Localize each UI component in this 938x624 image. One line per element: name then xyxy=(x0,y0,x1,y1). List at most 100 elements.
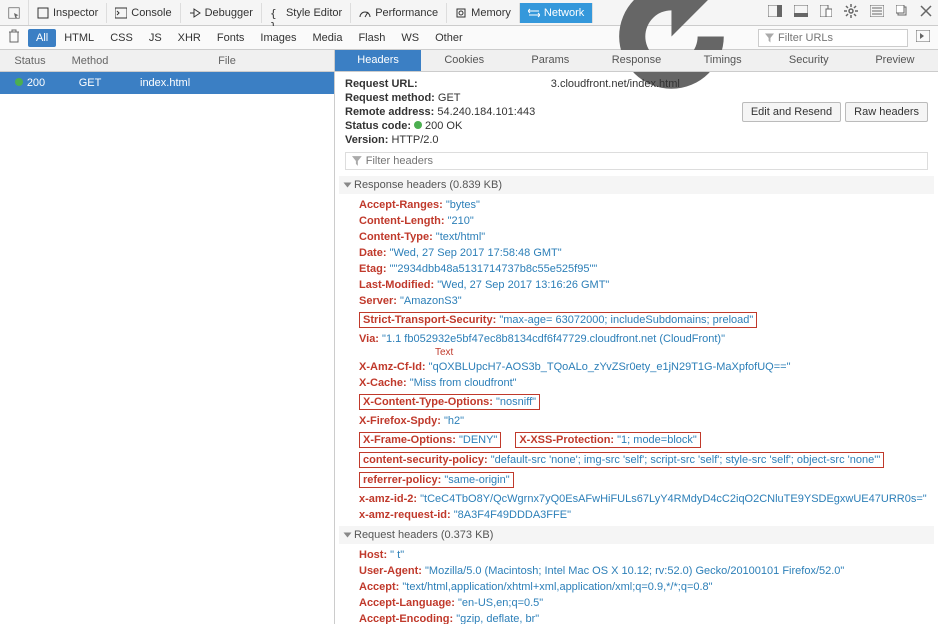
close-devtools-button[interactable] xyxy=(914,1,938,24)
header-value: "max-age= 63072000; includeSubdomains; p… xyxy=(499,314,753,326)
url-filter-field[interactable] xyxy=(758,29,908,47)
settings-button[interactable] xyxy=(838,0,864,25)
tab-memory[interactable]: Memory xyxy=(447,3,520,23)
filter-headers-field[interactable] xyxy=(345,152,928,170)
devtools-toolbar: InspectorConsoleDebugger{ }Style EditorP… xyxy=(0,0,938,26)
filter-flash[interactable]: Flash xyxy=(350,29,393,47)
header-value: "Miss from cloudfront" xyxy=(410,377,517,389)
col-status[interactable]: Status xyxy=(0,51,60,71)
header-name: Etag: xyxy=(359,263,387,275)
detail-tab-params[interactable]: Params xyxy=(507,50,593,71)
header-row: Accept-Language: "en-US,en;q=0.5" xyxy=(359,596,928,610)
request-headers-section[interactable]: Request headers (0.373 KB) xyxy=(339,526,934,544)
header-row: referrer-policy: "same-origin" xyxy=(359,472,514,488)
detail-tab-response[interactable]: Response xyxy=(593,50,679,71)
tab-inspector[interactable]: Inspector xyxy=(29,3,107,23)
header-value: ""2934dbb48a5131714737b8c55e525f95"" xyxy=(390,263,598,275)
tab-debugger[interactable]: Debugger xyxy=(181,3,262,23)
header-value: "gzip, deflate, br" xyxy=(456,613,539,624)
tab-network[interactable]: Network xyxy=(520,3,593,23)
header-value: "Wed, 27 Sep 2017 17:58:48 GMT" xyxy=(390,247,562,259)
header-value: "bytes" xyxy=(446,199,480,211)
header-row: Content-Type: "text/html" xyxy=(359,230,928,244)
filter-html[interactable]: HTML xyxy=(56,29,102,47)
url-filter-input[interactable] xyxy=(778,32,901,44)
header-name: Accept-Language: xyxy=(359,597,455,609)
header-value: "text/html,application/xhtml+xml,applica… xyxy=(402,581,712,593)
detail-body: Request URL: 3.cloudfront.net/index.html… xyxy=(335,72,938,624)
detail-tab-headers[interactable]: Headers xyxy=(335,50,421,71)
header-row: Last-Modified: "Wed, 27 Sep 2017 13:16:2… xyxy=(359,278,928,292)
filter-ws[interactable]: WS xyxy=(393,29,427,47)
filter-fonts[interactable]: Fonts xyxy=(209,29,253,47)
network-filter-bar: AllHTMLCSSJSXHRFontsImagesMediaFlashWSOt… xyxy=(0,26,938,50)
header-name: Content-Type: xyxy=(359,231,433,243)
header-value: "AmazonS3" xyxy=(400,295,462,307)
header-name: X-Frame-Options: xyxy=(363,434,456,446)
header-value: "qOXBLUpcH7-AOS3b_TQoALo_zYvZSr0ety_e1jN… xyxy=(429,361,791,373)
undock-button[interactable] xyxy=(890,1,914,24)
filter-images[interactable]: Images xyxy=(252,29,304,47)
header-value: "Mozilla/5.0 (Macintosh; Intel Mac OS X … xyxy=(425,565,844,577)
header-value: "text/html" xyxy=(436,231,485,243)
filter-headers-input[interactable] xyxy=(366,155,921,167)
header-name: Date: xyxy=(359,247,387,259)
filter-css[interactable]: CSS xyxy=(102,29,141,47)
detail-tab-timings[interactable]: Timings xyxy=(680,50,766,71)
header-row: Accept-Encoding: "gzip, deflate, br" xyxy=(359,612,928,624)
header-value: "en-US,en;q=0.5" xyxy=(458,597,543,609)
col-file[interactable]: File xyxy=(120,51,334,71)
toggle-sidebar-button[interactable] xyxy=(908,30,938,45)
detail-tab-cookies[interactable]: Cookies xyxy=(421,50,507,71)
header-value: "210" xyxy=(448,215,474,227)
request-row[interactable]: 200 GET index.html xyxy=(0,72,334,94)
raw-headers-button[interactable]: Raw headers xyxy=(845,102,928,122)
edit-resend-button[interactable]: Edit and Resend xyxy=(742,102,841,122)
detail-tab-preview[interactable]: Preview xyxy=(852,50,938,71)
header-row: Etag: ""2934dbb48a5131714737b8c55e525f95… xyxy=(359,262,928,276)
header-value: "nosniff" xyxy=(496,396,536,408)
funnel-icon xyxy=(765,33,774,43)
dock-side-button[interactable] xyxy=(762,1,788,24)
header-name: X-Amz-Cf-Id: xyxy=(359,361,426,373)
header-name: content-security-policy: xyxy=(363,454,488,466)
header-name: X-Firefox-Spdy: xyxy=(359,415,441,427)
request-method: GET xyxy=(60,73,120,93)
header-value: "Wed, 27 Sep 2017 13:16:26 GMT" xyxy=(437,279,609,291)
header-row: content-security-policy: "default-src 'n… xyxy=(359,452,884,468)
header-name: Accept-Encoding: xyxy=(359,613,453,624)
filter-other[interactable]: Other xyxy=(427,29,471,47)
performance-icon xyxy=(359,7,371,19)
network-content: Status Method File 200 GET index.html He… xyxy=(0,50,938,624)
header-name: X-Cache: xyxy=(359,377,407,389)
responsive-mode-button[interactable] xyxy=(814,1,838,24)
header-row: X-Content-Type-Options: "nosniff" xyxy=(359,394,540,410)
response-headers-section[interactable]: Response headers (0.839 KB) xyxy=(339,176,934,194)
inspector-icon xyxy=(37,7,49,19)
dock-bottom-button[interactable] xyxy=(788,1,814,24)
tab-console[interactable]: Console xyxy=(107,3,180,23)
detail-tab-security[interactable]: Security xyxy=(766,50,852,71)
picker-icon xyxy=(8,7,20,19)
col-method[interactable]: Method xyxy=(60,51,120,71)
filter-media[interactable]: Media xyxy=(304,29,350,47)
header-value: "DENY" xyxy=(459,434,497,446)
request-list-header: Status Method File xyxy=(0,50,334,72)
header-row: X-Cache: "Miss from cloudfront" xyxy=(359,376,928,390)
header-name: referrer-policy: xyxy=(363,474,441,486)
tab-style-editor[interactable]: { }Style Editor xyxy=(262,3,351,23)
node-picker-button[interactable] xyxy=(0,0,29,25)
toolbox-options-button[interactable] xyxy=(864,1,890,24)
disclosure-triangle-icon xyxy=(344,183,352,188)
header-row: x-amz-request-id: "8A3F4F49DDDA3FFE" xyxy=(359,508,928,522)
header-value: "1; mode=block" xyxy=(617,434,697,446)
filter-all[interactable]: All xyxy=(28,29,56,47)
disclosure-triangle-icon xyxy=(344,533,352,538)
clear-button[interactable] xyxy=(0,29,28,46)
header-value: "tCeC4TbO8Y/QcWgrnx7yQ0EsAFwHiFULs67LyY4… xyxy=(420,493,927,505)
filter-js[interactable]: JS xyxy=(141,29,170,47)
header-row: Accept: "text/html,application/xhtml+xml… xyxy=(359,580,928,594)
filter-xhr[interactable]: XHR xyxy=(170,29,209,47)
tab-performance[interactable]: Performance xyxy=(351,3,447,23)
header-name: Via: xyxy=(359,333,379,345)
